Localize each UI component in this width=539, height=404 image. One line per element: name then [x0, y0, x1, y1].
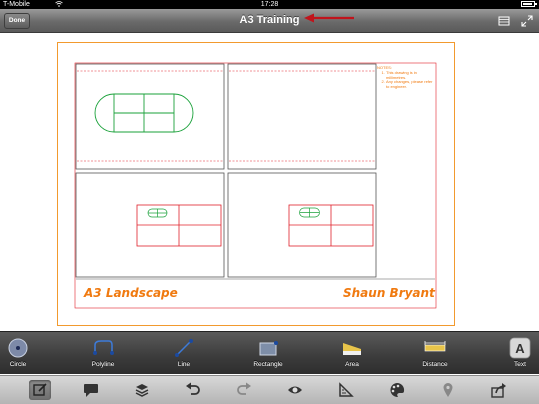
green-small-bottom-left	[147, 208, 168, 218]
location-button[interactable]	[437, 380, 459, 400]
location-pin-icon	[443, 383, 453, 397]
palette-icon	[390, 382, 405, 398]
green-slot-shape	[94, 93, 194, 133]
area-tool-icon	[343, 343, 361, 355]
red-rect-bottom-right	[288, 204, 374, 247]
svg-text:A: A	[515, 341, 525, 356]
title-block-frame	[74, 62, 437, 309]
distance-tool-icon	[424, 341, 446, 352]
layers-button[interactable]	[131, 380, 153, 400]
view-button[interactable]	[284, 380, 306, 400]
polyline-tool-icon	[93, 340, 114, 355]
status-time: 17:28	[260, 1, 279, 8]
viewport-top-right	[227, 63, 377, 170]
page-title: A3 Training	[239, 14, 300, 26]
tool-label: Rectangle	[253, 361, 283, 368]
bottom-toolbar	[0, 375, 539, 404]
viewport-top-left	[75, 63, 225, 170]
battery-icon	[521, 1, 537, 7]
tool-circle[interactable]: Circle	[4, 332, 32, 375]
status-bar: T-Mobile 17:28	[0, 0, 539, 9]
layers-panel-icon[interactable]	[498, 15, 510, 27]
tool-label: Line	[177, 361, 191, 368]
measure-icon	[339, 382, 354, 397]
tool-text[interactable]: A Text	[507, 332, 533, 375]
rectangle-tool-icon	[259, 341, 278, 356]
drawing-canvas[interactable]: NOTES: This drawing is in millimetres. A…	[0, 34, 539, 331]
red-arrow-icon	[304, 13, 354, 23]
draw-toolbar: Circle Polyline Line Rectangle Area Dist…	[0, 331, 539, 374]
comment-button[interactable]	[80, 380, 102, 400]
expand-icon[interactable]	[521, 15, 533, 27]
note-item: Any changes, please refer to engineer.	[386, 80, 435, 90]
title-right: Shaun Bryant	[343, 286, 435, 300]
red-rect-bottom-left	[136, 204, 222, 247]
tool-area[interactable]: Area	[338, 332, 366, 375]
redo-button[interactable]	[233, 380, 255, 400]
tool-line[interactable]: Line	[170, 332, 198, 375]
comment-icon	[84, 384, 98, 397]
tool-label: Area	[345, 361, 359, 368]
share-button[interactable]	[488, 380, 510, 400]
nav-bar: Done A3 Training	[0, 9, 539, 33]
tool-polyline[interactable]: Polyline	[86, 332, 120, 375]
share-icon	[491, 383, 506, 398]
circle-tool-icon	[8, 338, 28, 358]
line-tool-icon	[175, 339, 193, 357]
layers-icon	[135, 384, 149, 397]
tool-distance[interactable]: Distance	[418, 332, 452, 375]
view-eye-icon	[288, 386, 302, 394]
tool-label: Circle	[9, 361, 27, 368]
measure-button[interactable]	[335, 380, 357, 400]
tool-label: Text	[514, 361, 526, 368]
draw-mode-icon	[33, 383, 47, 396]
drawing-geometry	[74, 62, 437, 309]
notes-block: NOTES: This drawing is in millimetres. A…	[377, 65, 435, 90]
undo-icon	[186, 382, 200, 395]
text-tool-icon: A	[509, 337, 531, 359]
title-left: A3 Landscape	[84, 286, 178, 300]
green-small-bottom-right	[299, 207, 320, 218]
redo-icon	[237, 382, 251, 395]
palette-button[interactable]	[386, 380, 408, 400]
tool-label: Polyline	[91, 361, 115, 368]
draw-mode-button[interactable]	[29, 380, 51, 400]
tool-label: Distance	[422, 361, 448, 368]
undo-button[interactable]	[182, 380, 204, 400]
tool-rectangle[interactable]: Rectangle	[248, 332, 288, 375]
